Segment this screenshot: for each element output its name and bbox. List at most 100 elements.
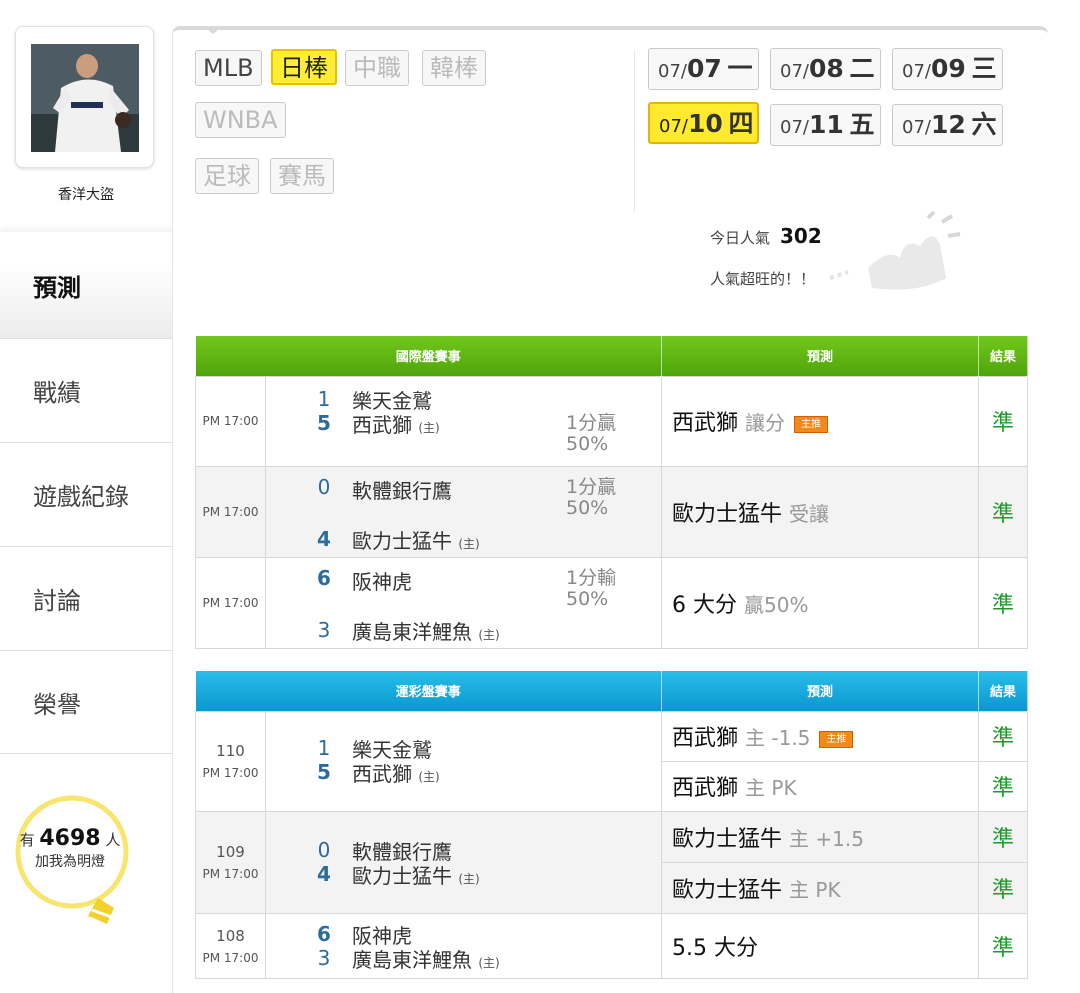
table-row: PM 17:00 0 軟體銀行鷹 4 歐力士猛牛 (主) 1分贏 50% 歐力士猛… xyxy=(195,465,1029,558)
nav-item-game-log[interactable]: 遊戲紀錄 xyxy=(0,442,174,546)
avatar[interactable] xyxy=(31,44,139,152)
home-score: 5 xyxy=(317,411,331,435)
odds-line: 1分贏 xyxy=(566,476,617,498)
result-cell: 準 xyxy=(978,556,1029,649)
username: 香洋大盜 xyxy=(58,187,114,203)
home-team: 廣島東洋鯉魚 xyxy=(352,620,472,644)
header-prediction: 預測 xyxy=(661,336,980,376)
avatar-photo-icon xyxy=(31,44,139,152)
away-score: 0 xyxy=(317,838,331,862)
away-score: 6 xyxy=(317,566,331,590)
home-mark: (主) xyxy=(458,537,480,551)
lightbulb-count: 有 4698 人 xyxy=(19,826,121,851)
home-mark: (主) xyxy=(478,628,500,642)
prediction-cell: 5.5 大分 xyxy=(661,912,980,979)
date-0709[interactable]: 07/09 三 xyxy=(892,48,1003,90)
prediction-cell: 歐力士猛牛 主 +1.5 xyxy=(661,810,980,863)
intl-odds-table: 國際盤賽事 預測 結果 PM 17:00 1 樂天金鷲 5 西武獅 (主) 1分… xyxy=(195,336,1029,649)
sports-lottery-table: 運彩盤賽事 預測 結果 110 PM 17:00 1 樂天金鷲 5 西武獅 (主)… xyxy=(195,671,1029,979)
prediction-cell: 6 大分 贏50% xyxy=(661,556,980,649)
nav-item-discussion[interactable]: 討論 xyxy=(0,546,174,650)
away-score: 0 xyxy=(317,475,331,499)
table-row: 109 PM 17:00 0 軟體銀行鷹 4 歐力士猛牛 (主) 歐力士猛牛 主 … xyxy=(195,810,1029,914)
prediction-cell: 西武獅 主 PK xyxy=(661,760,980,812)
date-0708[interactable]: 07/08 二 xyxy=(770,48,881,90)
odds-line: 1分贏 xyxy=(566,412,617,434)
popularity-message: 人氣超旺的！！ xyxy=(710,270,816,288)
header-result: 結果 xyxy=(978,336,1029,376)
tab-cpbl[interactable]: 中職 xyxy=(345,50,409,86)
home-team: 廣島東洋鯉魚 xyxy=(352,948,472,972)
game-time: PM 17:00 xyxy=(195,375,266,467)
tab-npb[interactable]: 日棒 xyxy=(271,49,337,85)
matchup: 1 樂天金鷲 5 西武獅 (主) 1分贏 50% xyxy=(264,375,663,467)
home-score: 5 xyxy=(317,760,331,784)
nav-item-predict[interactable]: 預測 xyxy=(0,232,176,338)
game-time: PM 17:00 xyxy=(195,556,266,649)
prediction-cell: 西武獅 主 -1.5 主推 xyxy=(661,710,980,762)
result-cell: 準 xyxy=(978,375,1029,467)
home-score: 3 xyxy=(317,946,331,970)
prediction-cell: 西武獅 讓分 主推 xyxy=(661,375,980,467)
top-pick-badge: 主推 xyxy=(819,730,854,748)
nav-item-record[interactable]: 戰績 xyxy=(0,338,174,442)
odds-pct: 50% xyxy=(566,588,609,610)
result-cell: 準 xyxy=(978,810,1029,863)
matchup: 6 阪神虎 3 廣島東洋鯉魚 (主) xyxy=(264,912,663,979)
home-team: 西武獅 xyxy=(352,762,412,786)
home-team: 歐力士猛牛 xyxy=(352,864,452,888)
prediction-cell: 歐力士猛牛 受讓 xyxy=(661,465,980,558)
away-score: 1 xyxy=(317,736,331,760)
odds-pct: 50% xyxy=(566,497,609,519)
home-score: 4 xyxy=(317,862,331,886)
home-score: 3 xyxy=(317,618,331,642)
game-time: PM 17:00 xyxy=(195,465,266,558)
top-pick-badge: 主推 xyxy=(794,415,829,433)
date-0710[interactable]: 07/10 四 xyxy=(648,102,759,144)
result-cell: 準 xyxy=(978,710,1029,762)
nav-label: 遊戲紀錄 xyxy=(33,483,129,511)
prediction-cell: 歐力士猛牛 主 PK xyxy=(661,861,980,914)
tab-mlb[interactable]: MLB xyxy=(195,50,262,86)
table-row: PM 17:00 6 阪神虎 3 廣島東洋鯉魚 (主) 1分輸 50% 6 大分 … xyxy=(195,556,1029,649)
odds-line: 1分輸 xyxy=(566,567,617,589)
popularity-today: 今日人氣 302 xyxy=(710,224,822,248)
nav-label: 戰績 xyxy=(33,379,81,407)
sidebar: 香洋大盜 預測 戰績 遊戲紀錄 討論 榮譽 有 4698 人 加我為明燈 xyxy=(0,0,176,993)
home-team: 西武獅 xyxy=(352,413,412,437)
divider xyxy=(634,50,635,212)
away-score: 1 xyxy=(317,387,331,411)
result-cell: 準 xyxy=(978,760,1029,812)
home-mark: (主) xyxy=(478,956,500,970)
table-row: 110 PM 17:00 1 樂天金鷲 5 西武獅 (主) 西武獅 主 -1.5 … xyxy=(195,710,1029,812)
avatar-frame xyxy=(15,26,154,168)
crowd-cheer-icon xyxy=(829,210,961,290)
result-cell: 準 xyxy=(978,465,1029,558)
lightbulb-caption: 加我為明燈 xyxy=(35,854,105,870)
nav-item-honor[interactable]: 榮譽 xyxy=(0,650,174,754)
odds-pct: 50% xyxy=(566,433,609,455)
table-row: PM 17:00 1 樂天金鷲 5 西武獅 (主) 1分贏 50% 西武獅 讓分 … xyxy=(195,375,1029,467)
home-mark: (主) xyxy=(458,872,480,886)
home-team: 歐力士猛牛 xyxy=(352,529,452,553)
panel-notch xyxy=(203,26,223,34)
tab-horse-racing[interactable]: 賽馬 xyxy=(270,158,334,194)
matchup: 0 軟體銀行鷹 4 歐力士猛牛 (主) xyxy=(264,810,663,914)
date-0711[interactable]: 07/11 五 xyxy=(770,104,881,146)
away-team: 軟體銀行鷹 xyxy=(352,479,452,503)
game-code-time: 110 PM 17:00 xyxy=(195,710,266,812)
date-0712[interactable]: 07/12 六 xyxy=(892,104,1003,146)
nav-label: 預測 xyxy=(33,273,81,302)
header-result: 結果 xyxy=(978,671,1029,711)
matchup: 0 軟體銀行鷹 4 歐力士猛牛 (主) 1分贏 50% xyxy=(264,465,663,558)
date-0707[interactable]: 07/07 一 xyxy=(648,48,759,90)
away-score: 6 xyxy=(317,922,331,946)
result-cell: 準 xyxy=(978,861,1029,914)
tab-kbo[interactable]: 韓棒 xyxy=(422,50,486,86)
tab-wnba[interactable]: WNBA xyxy=(195,102,286,138)
away-team: 阪神虎 xyxy=(352,570,412,594)
home-score: 4 xyxy=(317,527,331,551)
table-row: 108 PM 17:00 6 阪神虎 3 廣島東洋鯉魚 (主) 5.5 大分 準 xyxy=(195,912,1029,979)
tab-soccer[interactable]: 足球 xyxy=(195,158,259,194)
header-prediction: 預測 xyxy=(661,671,980,711)
